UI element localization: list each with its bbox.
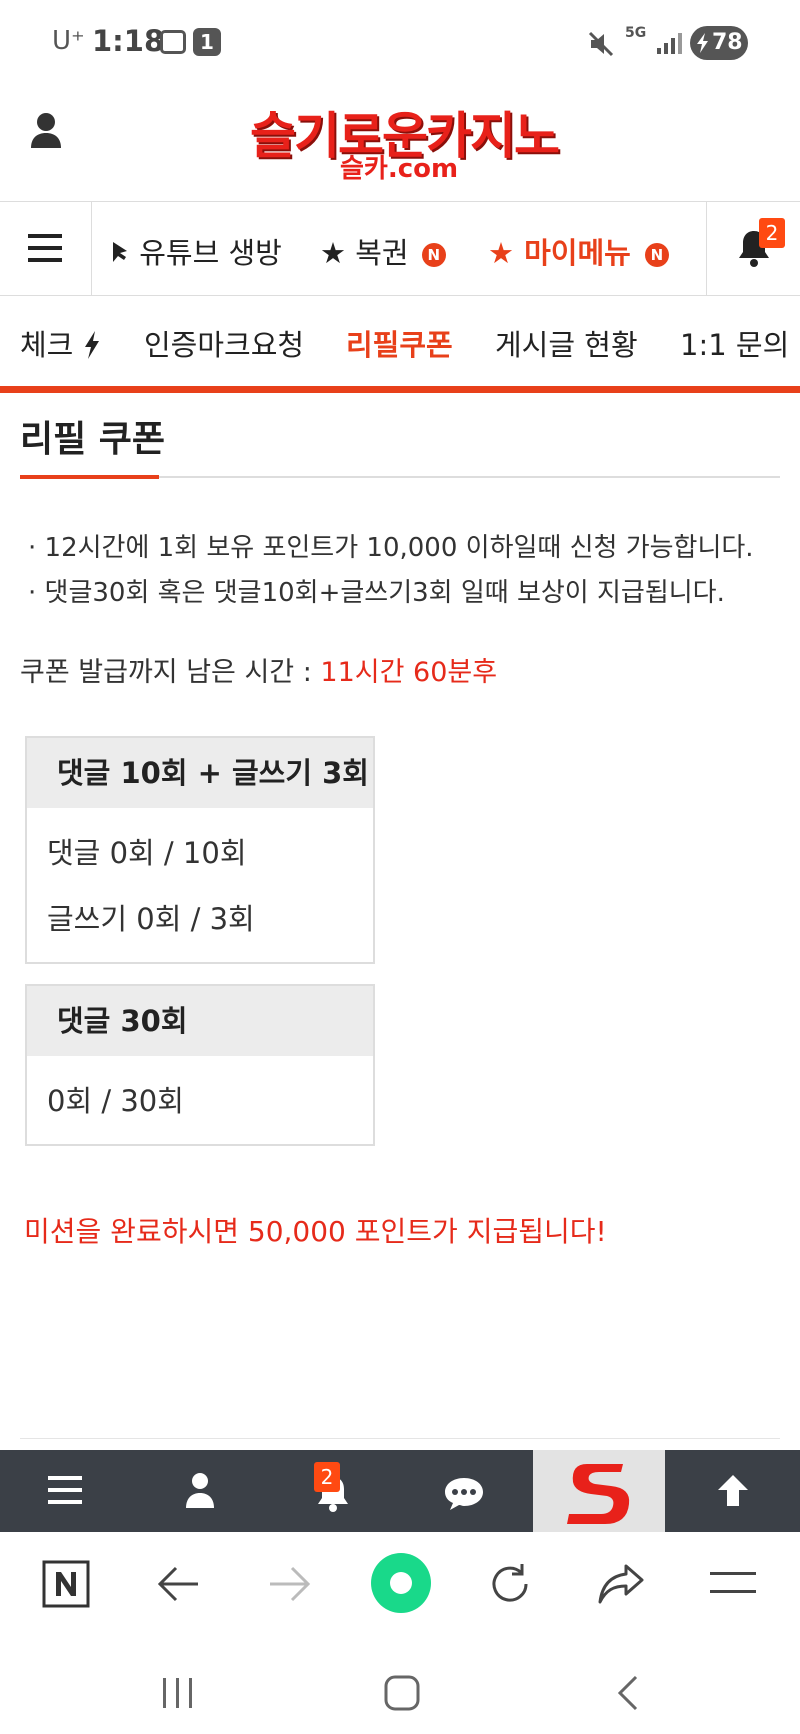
star-icon: ★ bbox=[488, 236, 514, 270]
main-nav: 유튜브 생방 ★ 복권 N ★ 마이메뉴 N 2 bbox=[0, 202, 800, 296]
bottom-logo-button[interactable] bbox=[533, 1450, 665, 1532]
bottom-notification-button[interactable]: 2 bbox=[266, 1450, 398, 1532]
star-icon: ★ bbox=[320, 236, 346, 270]
browser-menu-icon[interactable] bbox=[708, 1568, 758, 1600]
remaining-time: 쿠폰 발급까지 남은 시간 : 11시간 60분후 bbox=[20, 650, 497, 689]
browser-toolbar bbox=[0, 1532, 800, 1642]
status-bar: U⁺ 1:18 1 5G 78 bbox=[0, 0, 800, 88]
bottom-chat-button[interactable] bbox=[399, 1450, 531, 1532]
status-time: 1:18 bbox=[92, 24, 165, 58]
share-icon[interactable] bbox=[596, 1562, 646, 1606]
mission-box-comments: 댓글 30회 0회 / 30회 bbox=[25, 984, 375, 1146]
logo-domain: 슬카.com bbox=[340, 154, 459, 184]
reload-icon[interactable] bbox=[486, 1560, 534, 1608]
network-5g-icon: 5G bbox=[625, 25, 647, 41]
bottom-menu-button[interactable] bbox=[0, 1450, 132, 1532]
subnav-accent-bar bbox=[0, 386, 800, 393]
battery-level: 78 bbox=[712, 30, 743, 55]
mission-progress-posts: 글쓰기 0회 / 3회 bbox=[47, 902, 255, 936]
chat-icon bbox=[445, 1478, 483, 1510]
mission-progress-comments: 0회 / 30회 bbox=[47, 1084, 184, 1118]
nav-item-mymenu[interactable]: ★ 마이메뉴 N bbox=[488, 230, 669, 272]
user-icon bbox=[186, 1473, 214, 1508]
hamburger-icon bbox=[28, 234, 62, 262]
back-nav-icon[interactable] bbox=[612, 1674, 642, 1712]
info-bullet: · 12시간에 1회 보유 포인트가 10,000 이하일때 신청 가능합니다. bbox=[28, 533, 754, 563]
notification-count: 2 bbox=[759, 218, 785, 248]
user-icon[interactable] bbox=[30, 112, 62, 148]
page-title: 리필 쿠폰 bbox=[20, 419, 166, 460]
hamburger-icon bbox=[48, 1476, 82, 1504]
notification-count-badge: 1 bbox=[193, 28, 221, 56]
site-bottom-bar: 2 bbox=[0, 1450, 800, 1532]
notification-count: 2 bbox=[314, 1462, 340, 1492]
charging-icon bbox=[697, 33, 708, 53]
forward-arrow-icon[interactable] bbox=[268, 1564, 312, 1604]
screenshot-icon bbox=[160, 30, 186, 54]
browser-green-icon[interactable] bbox=[370, 1552, 432, 1614]
mission-box-title: 댓글 30회 bbox=[27, 986, 373, 1056]
site-s-logo-icon bbox=[567, 1464, 630, 1524]
cursor-icon bbox=[113, 242, 127, 262]
remaining-value: 11시간 60분후 bbox=[320, 657, 498, 688]
nav-item-label: 마이메뉴 bbox=[524, 236, 631, 270]
signal-icon bbox=[657, 33, 682, 54]
nav-item-youtube[interactable]: 유튜브 생방 bbox=[110, 230, 282, 272]
content-divider bbox=[20, 1438, 780, 1439]
arrow-up-icon bbox=[718, 1475, 748, 1506]
mission-progress-comments: 댓글 0회 / 10회 bbox=[47, 836, 247, 870]
lightning-icon bbox=[84, 331, 99, 359]
new-badge: N bbox=[644, 243, 669, 267]
subnav-item-label: 체크 bbox=[20, 328, 74, 362]
sub-nav: 체크 인증마크요청 리필쿠폰 게시글 현황 1:1 문의 bbox=[0, 296, 800, 393]
naver-home-icon[interactable] bbox=[42, 1560, 90, 1608]
battery-indicator: 78 bbox=[690, 26, 748, 60]
mission-box-combo: 댓글 10회 + 글쓰기 3회 댓글 0회 / 10회 글쓰기 0회 / 3회 bbox=[25, 736, 375, 964]
hamburger-menu-button[interactable] bbox=[0, 202, 92, 296]
nav-item-label: 유튜브 생방 bbox=[139, 236, 282, 270]
new-badge: N bbox=[421, 243, 446, 267]
subnav-item-check[interactable]: 체크 bbox=[20, 322, 101, 364]
mission-box-title: 댓글 10회 + 글쓰기 3회 bbox=[27, 738, 373, 808]
subnav-item-posts[interactable]: 게시글 현황 bbox=[495, 322, 638, 364]
home-icon[interactable] bbox=[383, 1674, 421, 1712]
carrier-label: U⁺ bbox=[52, 26, 85, 56]
remaining-label: 쿠폰 발급까지 남은 시간 : bbox=[20, 657, 321, 688]
scroll-top-button[interactable] bbox=[666, 1450, 800, 1532]
info-bullet: · 댓글30회 혹은 댓글10회+글쓰기3회 일때 보상이 지급됩니다. bbox=[28, 578, 725, 608]
nav-item-label: 복권 bbox=[355, 236, 409, 270]
notifications-button[interactable]: 2 bbox=[706, 202, 800, 296]
bottom-user-button[interactable] bbox=[133, 1450, 265, 1532]
recent-apps-icon[interactable] bbox=[160, 1676, 196, 1710]
back-arrow-icon[interactable] bbox=[156, 1564, 200, 1604]
mute-icon bbox=[588, 31, 614, 57]
reward-notice: 미션을 완료하시면 50,000 포인트가 지급됩니다! bbox=[24, 1215, 607, 1248]
title-underline bbox=[20, 475, 159, 479]
nav-item-lottery[interactable]: ★ 복권 N bbox=[320, 230, 446, 272]
subnav-item-cert[interactable]: 인증마크요청 bbox=[144, 322, 304, 364]
subnav-item-refill[interactable]: 리필쿠폰 bbox=[346, 322, 453, 364]
system-nav-bar bbox=[0, 1642, 800, 1734]
site-header: 슬기로운카지노 슬카.com bbox=[0, 88, 800, 202]
subnav-item-inquiry[interactable]: 1:1 문의 bbox=[680, 322, 789, 364]
